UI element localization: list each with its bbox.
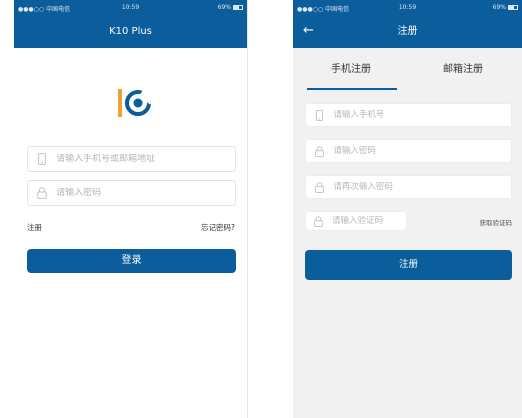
- password-field[interactable]: [305, 139, 512, 163]
- register-link[interactable]: 注册: [27, 222, 42, 233]
- login-button[interactable]: 登录: [27, 249, 236, 273]
- account-input[interactable]: [56, 154, 235, 164]
- lock-icon: [36, 186, 48, 200]
- logo-dot: [133, 98, 143, 108]
- battery-percent: 69%: [492, 4, 506, 11]
- confirm-password-input[interactable]: [333, 182, 511, 192]
- status-right: 69%: [493, 4, 518, 11]
- register-screen: ●●●○○ 中国电信 10:59 69% ← 注册 手机注册 邮箱注册 请输入手…: [293, 0, 522, 418]
- login-navbar: K10 Plus: [14, 15, 247, 48]
- page-title: 注册: [397, 26, 418, 37]
- status-time: 10:59: [121, 4, 140, 11]
- active-tab-indicator: [307, 88, 397, 90]
- status-time: 10:59: [398, 4, 417, 11]
- battery-icon: [233, 5, 243, 10]
- status-bar: ●●●○○ 中国电信 10:59 69%: [14, 0, 247, 15]
- register-tabs: 手机注册 邮箱注册: [293, 48, 522, 90]
- phone-input[interactable]: [333, 110, 511, 120]
- get-code-link[interactable]: 获取验证码: [480, 217, 513, 227]
- tab-phone-register[interactable]: 手机注册: [331, 60, 371, 75]
- back-arrow-icon[interactable]: ←: [303, 15, 314, 46]
- forgot-password-link[interactable]: 忘记密码?: [201, 222, 235, 233]
- password-input[interactable]: [56, 188, 235, 198]
- lock-icon: [314, 145, 324, 157]
- logo-bar: [118, 89, 122, 117]
- app-logo: [118, 89, 154, 117]
- register-navbar: ← 注册: [293, 15, 522, 48]
- phone-icon: [36, 152, 48, 166]
- verification-code-field[interactable]: [305, 211, 407, 231]
- lock-icon: [314, 181, 324, 193]
- phone-icon: [314, 109, 324, 121]
- account-field[interactable]: [27, 146, 236, 172]
- status-right: 69%: [218, 4, 243, 11]
- confirm-password-field[interactable]: [305, 175, 512, 199]
- status-bar: ●●●○○ 中国电信 10:59 69%: [293, 0, 522, 15]
- lock-icon: [314, 215, 323, 227]
- password-field[interactable]: [27, 180, 236, 206]
- tab-email-register[interactable]: 邮箱注册: [443, 60, 483, 75]
- password-input[interactable]: [333, 146, 511, 156]
- battery-icon: [508, 5, 518, 10]
- page-title: K10 Plus: [109, 26, 152, 37]
- verification-code-input[interactable]: [332, 216, 406, 226]
- battery-percent: 69%: [217, 4, 231, 11]
- login-screen: ●●●○○ 中国电信 10:59 69% K10 Plus 注册 忘记密码? 登…: [14, 0, 248, 418]
- register-submit-button[interactable]: 注册: [305, 250, 512, 280]
- phone-field[interactable]: [305, 103, 512, 127]
